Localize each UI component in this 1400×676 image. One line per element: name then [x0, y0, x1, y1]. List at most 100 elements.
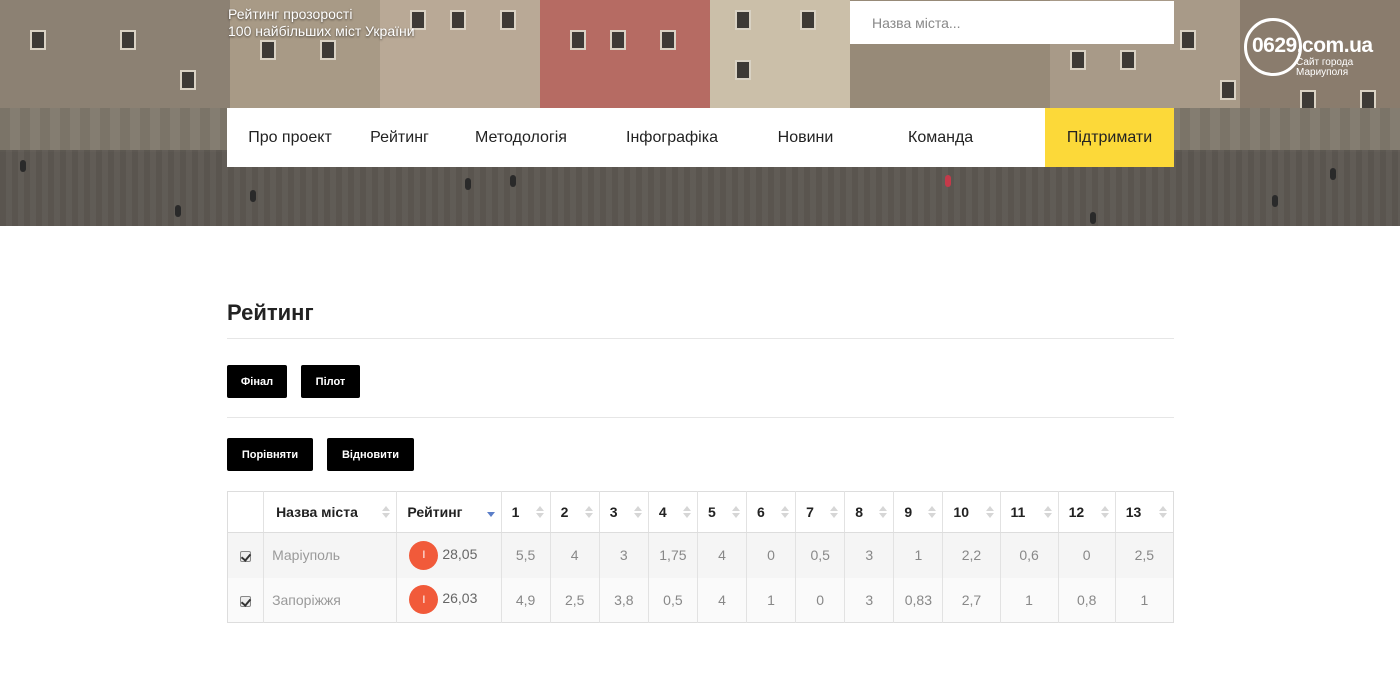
sort-icon	[928, 504, 937, 520]
nav-item-news[interactable]: Новини	[748, 108, 863, 167]
column-header-6[interactable]: 6	[746, 491, 797, 533]
sort-icon	[732, 504, 741, 520]
column-header-9[interactable]: 9	[893, 491, 944, 533]
table-cell: 0,5	[648, 577, 698, 623]
rating-cell: I 26,03	[396, 577, 502, 623]
column-header-13[interactable]: 13	[1115, 491, 1174, 533]
site-title[interactable]: Рейтинг прозорості 100 найбільших міст У…	[228, 6, 415, 40]
table-cell: 0	[1058, 532, 1116, 578]
logo-text: 0629.com.ua	[1252, 34, 1373, 57]
rating-cell: I 28,05	[396, 532, 502, 578]
sort-icon	[382, 504, 391, 520]
table-cell: 0,5	[795, 532, 846, 578]
divider	[227, 338, 1174, 339]
rank-badge: I	[409, 585, 439, 615]
column-header-label: 13	[1125, 504, 1142, 520]
row-select-cell	[227, 532, 265, 578]
column-header-5[interactable]: 5	[697, 491, 748, 533]
compare-button[interactable]: Порівняти	[227, 438, 313, 471]
sort-icon	[535, 504, 544, 520]
table-cell: 3,8	[599, 577, 649, 623]
table-cell: 0,6	[1000, 532, 1059, 578]
nav-item-rating[interactable]: Рейтинг	[353, 108, 446, 167]
table-cell: 0	[746, 532, 797, 578]
table-cell: 2,2	[942, 532, 1001, 578]
sort-desc-icon	[486, 504, 495, 520]
table-cell: 1	[893, 532, 944, 578]
table-row: Маріуполь I 28,05 5,5 4 3 1,75 4 0 0,5 3 …	[227, 532, 1174, 578]
table-cell: 1	[1000, 577, 1059, 623]
table-cell: 0,8	[1058, 577, 1116, 623]
column-header-3[interactable]: 3	[599, 491, 649, 533]
column-header-label: 11	[1010, 504, 1026, 520]
table-header-row: Назва міста Рейтинг 1 2 3 4 5 6 7 8 9 10…	[227, 491, 1174, 533]
table-cell: 3	[844, 577, 895, 623]
site-title-line1: Рейтинг прозорості	[228, 6, 353, 22]
column-header-label: Назва міста	[276, 504, 358, 520]
table-cell: 0	[795, 577, 846, 623]
column-header-rating[interactable]: Рейтинг	[396, 491, 502, 533]
city-cell[interactable]: Маріуполь	[263, 532, 398, 578]
row-checkbox[interactable]	[240, 551, 252, 563]
column-header-4[interactable]: 4	[648, 491, 698, 533]
column-header-select	[227, 491, 265, 533]
table-cell: 1	[746, 577, 797, 623]
column-header-10[interactable]: 10	[942, 491, 1001, 533]
logo-subtitle: Сайт города Мариуполя	[1296, 58, 1353, 78]
sort-icon	[879, 504, 888, 520]
divider	[227, 417, 1174, 418]
column-header-label: Рейтинг	[407, 504, 463, 520]
main-nav: Про проект Рейтинг Методологія Інфографі…	[227, 108, 1174, 167]
row-select-cell	[227, 577, 265, 623]
column-header-label: 7	[806, 504, 814, 520]
sort-icon	[1043, 504, 1052, 520]
rating-score: 26,03	[442, 590, 478, 607]
nav-item-infographics[interactable]: Інфографіка	[596, 108, 748, 167]
page-title: Рейтинг	[227, 300, 314, 325]
sort-icon	[682, 504, 691, 520]
column-header-11[interactable]: 11	[1000, 491, 1059, 533]
rank-badge: I	[409, 540, 439, 570]
city-cell[interactable]: Запоріжжя	[263, 577, 398, 623]
column-header-label: 10	[953, 504, 969, 520]
column-header-1[interactable]: 1	[501, 491, 551, 533]
table-cell: 4	[697, 532, 748, 578]
sort-icon	[584, 504, 593, 520]
column-header-city[interactable]: Назва міста	[263, 491, 398, 533]
column-header-12[interactable]: 12	[1058, 491, 1116, 533]
column-header-7[interactable]: 7	[795, 491, 846, 533]
search-placeholder: Назва міста...	[872, 14, 961, 31]
column-header-label: 1	[511, 504, 520, 520]
sort-icon	[781, 504, 790, 520]
table-cell: 4	[697, 577, 748, 623]
column-header-2[interactable]: 2	[550, 491, 600, 533]
table-cell: 1	[1115, 577, 1174, 623]
rating-score: 28,05	[442, 545, 478, 562]
table-row: Запоріжжя I 26,03 4,9 2,5 3,8 0,5 4 1 0 3…	[227, 577, 1174, 623]
logo-subtitle-line2: Мариуполя	[1296, 67, 1349, 78]
pilot-button[interactable]: Пілот	[301, 365, 360, 398]
sort-icon	[633, 504, 642, 520]
column-header-label: 3	[609, 504, 618, 520]
table-cell: 2,7	[942, 577, 1001, 623]
sort-icon	[1100, 504, 1109, 520]
final-button[interactable]: Фінал	[227, 365, 287, 398]
site-title-line2: 100 найбільших міст України	[228, 23, 415, 39]
city-search-input[interactable]: Назва міста...	[850, 1, 1174, 44]
table-cell: 0,83	[893, 577, 944, 623]
table-cell: 4,9	[501, 577, 551, 623]
column-header-label: 6	[757, 504, 765, 520]
logo-0629[interactable]: 0629.com.ua Сайт города Мариуполя	[1242, 14, 1392, 86]
nav-item-about[interactable]: Про проект	[227, 108, 353, 167]
nav-item-methodology[interactable]: Методологія	[446, 108, 596, 167]
table-cell: 5,5	[501, 532, 551, 578]
nav-item-support[interactable]: Підтримати	[1045, 108, 1174, 167]
row-checkbox[interactable]	[240, 595, 252, 607]
nav-item-team[interactable]: Команда	[863, 108, 1045, 167]
column-header-label: 12	[1068, 504, 1085, 520]
column-header-label: 5	[707, 504, 716, 520]
table-cell: 2,5	[550, 577, 600, 623]
reset-button[interactable]: Відновити	[327, 438, 414, 471]
table-cell: 2,5	[1115, 532, 1174, 578]
column-header-8[interactable]: 8	[844, 491, 895, 533]
